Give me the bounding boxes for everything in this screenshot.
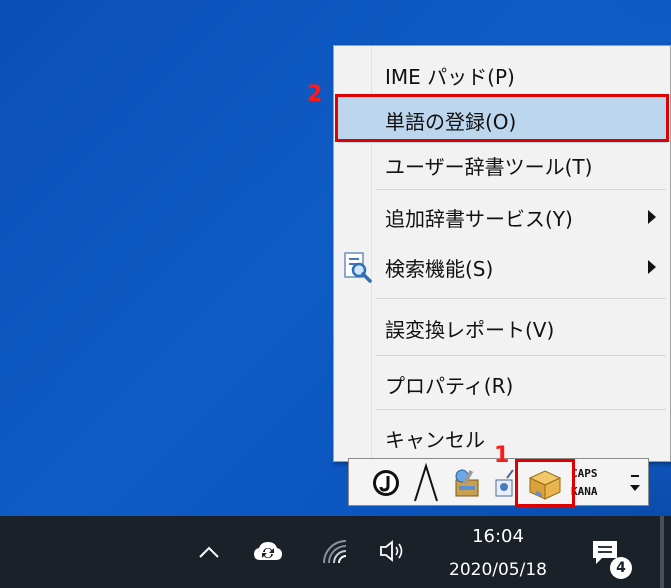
dictionary-icon	[495, 469, 514, 497]
menu-item-user-dictionary-tool[interactable]: ユーザー辞書ツール(T)	[338, 142, 668, 188]
submenu-arrow-icon	[648, 260, 656, 274]
show-desktop-edge[interactable]	[660, 516, 664, 588]
volume-button[interactable]	[376, 538, 410, 564]
handwriting-button[interactable]	[409, 463, 443, 503]
annotation-box-step2	[335, 94, 669, 142]
tools-icon	[455, 469, 479, 497]
menu-separator	[376, 409, 666, 410]
speaker-icon	[380, 540, 403, 562]
onedrive-sync-button[interactable]	[252, 538, 284, 564]
menu-item-label: ユーザー辞書ツール(T)	[385, 154, 593, 179]
notification-count-badge: 4	[610, 557, 632, 579]
handwriting-icon	[414, 463, 438, 502]
cloud-sync-icon	[254, 542, 282, 560]
menu-item-label: 誤変換レポート(V)	[385, 317, 555, 342]
search-document-icon	[344, 252, 372, 283]
network-button[interactable]	[318, 536, 352, 566]
menu-item-label: プロパティ(R)	[385, 373, 514, 398]
wifi-icon	[323, 540, 347, 564]
menu-item-conversion-report[interactable]: 誤変換レポート(V)	[338, 305, 668, 351]
menu-item-search-function[interactable]: 検索機能(S)	[338, 244, 668, 290]
menu-item-label: IME パッド(P)	[385, 64, 515, 89]
submenu-arrow-icon	[648, 210, 656, 224]
menu-item-label: 検索機能(S)	[385, 256, 494, 281]
menu-separator	[376, 189, 666, 190]
show-hidden-icons-button[interactable]	[195, 540, 223, 564]
annotation-box-step1	[515, 459, 575, 507]
menu-item-label: 追加辞書サービス(Y)	[385, 206, 573, 231]
ime-mode-button[interactable]	[369, 463, 403, 503]
annotation-number-step1: 1	[494, 443, 510, 468]
menu-separator	[376, 355, 666, 356]
menu-item-label: キャンセル	[385, 427, 485, 452]
menu-item-additional-dictionary[interactable]: 追加辞書サービス(Y)	[338, 194, 668, 240]
annotation-number-step2: 2	[307, 82, 323, 107]
menu-item-ime-pad[interactable]: IME パッド(P)	[338, 52, 668, 98]
toolbar-options-arrow-icon[interactable]	[625, 469, 645, 499]
ime-mode-icon	[373, 470, 399, 496]
menu-item-properties[interactable]: プロパティ(R)	[338, 361, 668, 407]
clock-time[interactable]: 16:04	[468, 526, 528, 547]
tools-button[interactable]	[449, 463, 483, 503]
menu-separator	[376, 298, 666, 299]
chevron-up-icon	[199, 546, 219, 558]
clock-date[interactable]: 2020/05/18	[436, 560, 560, 580]
